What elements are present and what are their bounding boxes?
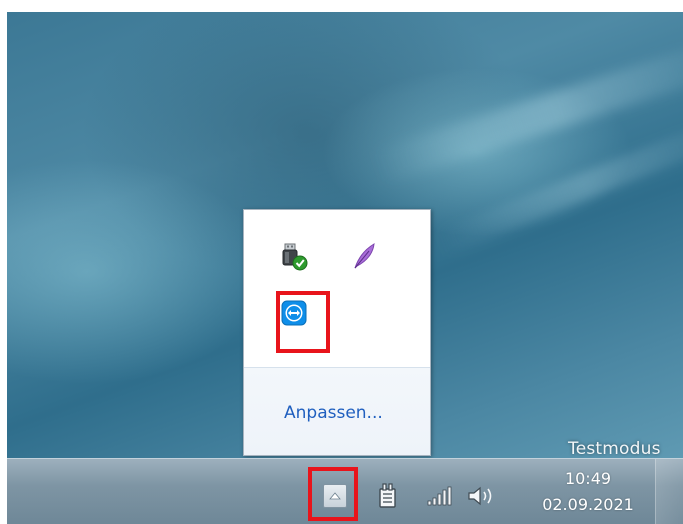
show-hidden-highlight-box bbox=[308, 467, 358, 521]
notification-overflow-flyout: Anpassen... bbox=[243, 209, 431, 456]
taskbar: 10:49 02.09.2021 bbox=[7, 458, 683, 524]
show-desktop-button[interactable] bbox=[655, 459, 683, 524]
customize-link[interactable]: Anpassen... bbox=[284, 403, 383, 423]
taskbar-clock[interactable]: 10:49 02.09.2021 bbox=[528, 467, 648, 517]
volume-icon[interactable] bbox=[465, 483, 499, 509]
teamviewer-highlight-box bbox=[276, 291, 330, 353]
network-signal-icon[interactable] bbox=[425, 483, 453, 509]
clock-date: 02.09.2021 bbox=[542, 495, 634, 514]
feather-app-icon[interactable] bbox=[346, 238, 382, 274]
usb-safely-remove-icon[interactable] bbox=[276, 238, 312, 274]
clock-time: 10:49 bbox=[564, 469, 612, 488]
power-icon[interactable] bbox=[375, 481, 401, 511]
desktop-screen: Testmodus Anpassen... 10:49 02.09.2021 bbox=[7, 12, 683, 524]
test-mode-watermark: Testmodus bbox=[568, 439, 661, 459]
